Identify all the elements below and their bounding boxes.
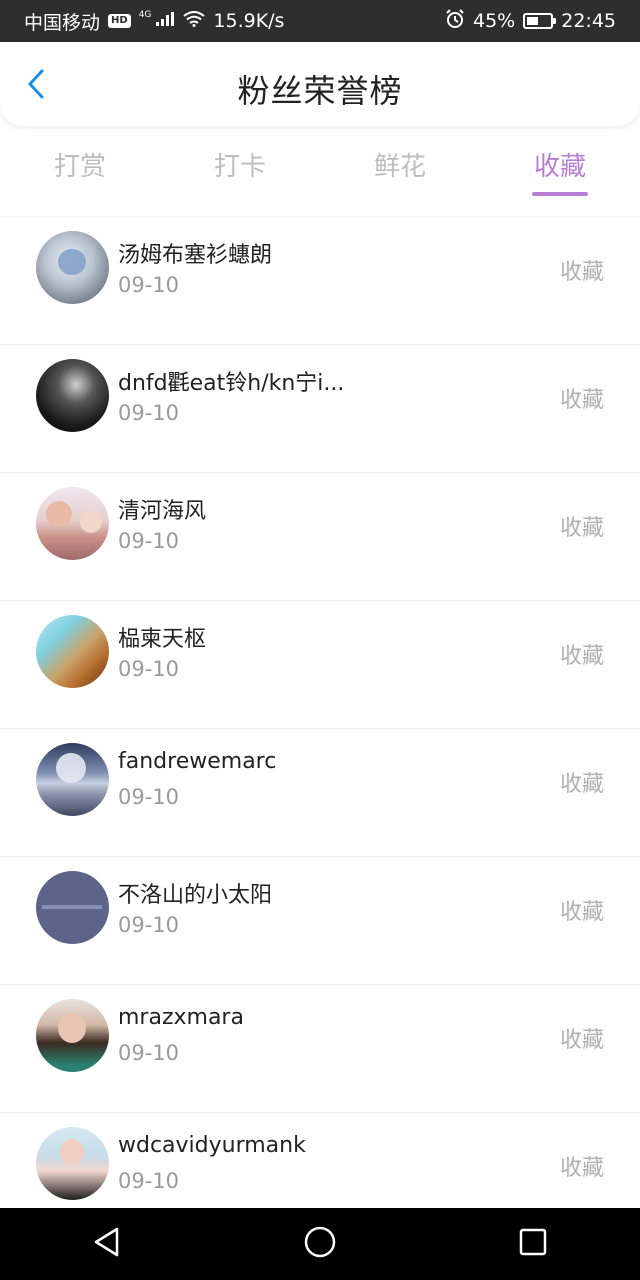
- fan-date: 09-10: [118, 1041, 180, 1065]
- list-item[interactable]: 榀柬天枢 09-10 收藏: [0, 600, 640, 728]
- network-type: 4G: [138, 10, 152, 20]
- nav-back-button[interactable]: [67, 1214, 147, 1274]
- triangle-back-icon: [92, 1226, 122, 1262]
- status-bar: 中国移动 HD 4G 15.9K/s 45% 22:45: [0, 0, 640, 42]
- wifi-icon: [183, 10, 206, 32]
- avatar: [36, 999, 109, 1072]
- fan-name: dnfd氍eat铃h/kn宁i...: [118, 371, 345, 396]
- navigation-bar: [0, 1208, 640, 1280]
- fan-name: fandrewemarc: [118, 749, 277, 774]
- list-item[interactable]: mrazxmara 09-10 收藏: [0, 984, 640, 1112]
- favorite-label: 收藏: [559, 516, 604, 541]
- avatar: [36, 615, 109, 688]
- fan-name: mrazxmara: [118, 1005, 244, 1030]
- list-item[interactable]: 不洛山的小太阳 09-10 收藏: [0, 856, 640, 984]
- list-item[interactable]: dnfd氍eat铃h/kn宁i... 09-10 收藏: [0, 344, 640, 472]
- favorite-label: 收藏: [559, 1028, 604, 1053]
- avatar: [36, 1127, 109, 1200]
- favorite-label: 收藏: [559, 1156, 604, 1181]
- favorite-label: 收藏: [559, 900, 604, 925]
- avatar: [36, 359, 109, 432]
- fan-name: 清河海风: [118, 499, 207, 524]
- fan-date: 09-10: [118, 913, 180, 937]
- fan-name: 汤姆布塞衫蟪朗: [118, 243, 273, 268]
- active-tab-indicator: [532, 192, 588, 196]
- list-item[interactable]: 清河海风 09-10 收藏: [0, 472, 640, 600]
- tab-flowers[interactable]: 鲜花: [320, 140, 480, 200]
- carrier-label: 中国移动: [24, 11, 101, 34]
- list-item[interactable]: 汤姆布塞衫蟪朗 09-10 收藏: [0, 216, 640, 344]
- battery-icon: [523, 13, 557, 29]
- tab-label: 打赏: [53, 152, 106, 182]
- list-item[interactable]: fandrewemarc 09-10 收藏: [0, 728, 640, 856]
- avatar: [36, 743, 109, 816]
- fan-name: 不洛山的小太阳: [118, 883, 273, 908]
- tab-label: 打卡: [213, 152, 266, 182]
- tab-reward[interactable]: 打赏: [0, 140, 160, 200]
- fan-date: 09-10: [118, 401, 180, 425]
- fan-date: 09-10: [118, 1169, 180, 1193]
- tab-label: 收藏: [533, 152, 586, 182]
- tab-bar: 打赏 打卡 鲜花 收藏: [0, 140, 640, 200]
- nav-recents-button[interactable]: [493, 1214, 573, 1274]
- favorite-label: 收藏: [559, 644, 604, 669]
- signal-icon: [155, 10, 175, 32]
- fan-date: 09-10: [118, 529, 180, 553]
- fan-name: wdcavidyurmank: [118, 1133, 306, 1158]
- hd-badge: HD: [108, 14, 131, 28]
- status-left: 中国移动 HD 4G 15.9K/s: [24, 8, 284, 35]
- circle-home-icon: [303, 1225, 337, 1263]
- alarm-icon: [445, 8, 465, 34]
- status-right: 45% 22:45: [445, 8, 616, 34]
- avatar: [36, 487, 109, 560]
- battery-percent: 45%: [473, 10, 516, 32]
- fan-date: 09-10: [118, 785, 180, 809]
- favorite-label: 收藏: [559, 260, 604, 285]
- tab-label: 鲜花: [373, 152, 426, 182]
- page-title: 粉丝荣誉榜: [237, 72, 403, 110]
- clock: 22:45: [561, 10, 616, 32]
- fan-date: 09-10: [118, 657, 180, 681]
- fan-list: 汤姆布塞衫蟪朗 09-10 收藏 dnfd氍eat铃h/kn宁i... 09-1…: [0, 216, 640, 1240]
- square-recents-icon: [518, 1227, 548, 1261]
- favorite-label: 收藏: [559, 388, 604, 413]
- nav-home-button[interactable]: [280, 1214, 360, 1274]
- tab-favorites[interactable]: 收藏: [480, 140, 640, 200]
- fan-date: 09-10: [118, 273, 180, 297]
- avatar: [36, 871, 109, 944]
- avatar: [36, 231, 109, 304]
- fan-name: 榀柬天枢: [118, 627, 207, 652]
- tab-checkin[interactable]: 打卡: [160, 140, 320, 200]
- favorite-label: 收藏: [559, 772, 604, 797]
- header: 粉丝荣誉榜: [0, 42, 640, 126]
- network-speed: 15.9K/s: [213, 10, 285, 32]
